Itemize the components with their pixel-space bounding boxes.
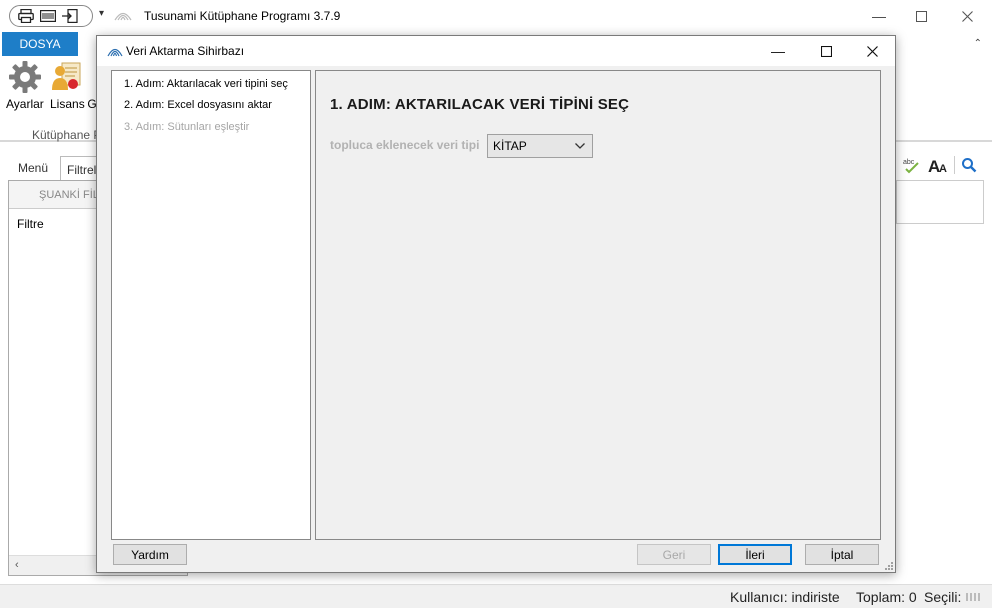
step-title: 1. ADIM: AKTARILACAK VERİ TİPİNİ SEÇ: [330, 96, 630, 113]
minimize-icon: —: [771, 43, 785, 59]
main-titlebar: ▾ Tusunami Kütüphane Programı 3.7.9 —: [0, 0, 992, 32]
cancel-button[interactable]: İptal: [805, 544, 879, 565]
dialog-minimize-button[interactable]: —: [755, 39, 801, 63]
license-icon: [52, 62, 81, 90]
wizard-content: 1. ADIM: AKTARILACAK VERİ TİPİNİ SEÇ top…: [315, 70, 881, 540]
quick-access-toolbar: [9, 5, 93, 27]
svg-text:abc: abc: [903, 159, 915, 166]
wizard-step-2[interactable]: 2. Adım: Excel dosyasını aktar: [124, 99, 272, 111]
dialog-maximize-button[interactable]: [803, 39, 849, 63]
minimize-button[interactable]: —: [856, 4, 902, 28]
data-type-label: topluca eklenecek veri tipi: [330, 138, 480, 152]
maximize-icon: [915, 10, 927, 22]
tab-menu[interactable]: Menü: [8, 156, 58, 180]
app-title: Tusunami Kütüphane Programı 3.7.9: [144, 9, 341, 23]
search-icon[interactable]: [961, 157, 977, 173]
maximize-button[interactable]: [898, 4, 944, 28]
right-toolbar: abc A A: [896, 152, 984, 178]
dialog-close-button[interactable]: [849, 39, 895, 63]
settings-label: Ayarlar: [6, 97, 44, 111]
print-icon[interactable]: [18, 9, 34, 23]
ribbon-button-g-label: G: [88, 97, 96, 111]
resize-grip-icon[interactable]: [883, 560, 893, 570]
close-icon: [866, 45, 878, 57]
wizard-step-1[interactable]: 1. Adım: Aktarılacak veri tipini seç: [124, 78, 288, 90]
help-button[interactable]: Yardım: [113, 544, 187, 565]
dialog-title: Veri Aktarma Sihirbazı: [126, 44, 245, 58]
close-icon: [961, 10, 973, 22]
scroll-left-icon[interactable]: ‹: [15, 559, 19, 571]
back-button[interactable]: Geri: [637, 544, 711, 565]
wizard-step-3: 3. Adım: Sütunları eşleştir: [124, 121, 250, 133]
gear-icon: [8, 61, 41, 93]
settings-button[interactable]: Ayarlar: [6, 60, 44, 111]
data-type-select-value: KİTAP: [493, 139, 527, 153]
dialog-logo-icon: [107, 45, 123, 57]
ribbon-button-g[interactable]: G: [88, 60, 96, 111]
dialog-titlebar[interactable]: Veri Aktarma Sihirbazı —: [97, 36, 895, 66]
qat-dropdown-icon[interactable]: ▾: [99, 8, 104, 19]
data-type-select[interactable]: KİTAP: [487, 134, 593, 158]
svg-text:A: A: [939, 163, 947, 174]
status-bar: Kullanıcı: indiriste Toplam: 0 Seçili:: [0, 584, 992, 608]
maximize-icon: [820, 45, 832, 57]
chevron-down-icon: [575, 143, 585, 149]
status-grip-icon: [966, 593, 982, 601]
import-wizard-dialog: Veri Aktarma Sihirbazı — 1. Adım: Aktarı…: [96, 35, 896, 573]
next-button[interactable]: İleri: [718, 544, 792, 565]
file-tab[interactable]: DOSYA: [2, 32, 78, 56]
toolbar-separator: [954, 156, 955, 174]
font-icon[interactable]: A A: [928, 156, 948, 174]
minimize-icon: —: [872, 8, 886, 24]
right-content-box: [896, 180, 984, 224]
filter-item[interactable]: Filtre: [17, 217, 44, 231]
license-button[interactable]: Lisans: [50, 60, 85, 111]
spellcheck-icon[interactable]: abc: [902, 156, 922, 174]
app-logo-icon: [114, 9, 132, 21]
login-icon[interactable]: [62, 9, 78, 23]
partial-icon: [88, 60, 96, 94]
status-selected: Seçili:: [924, 589, 962, 605]
status-total: Toplam: 0: [856, 589, 917, 605]
ribbon-group-label: Kütüphane P: [32, 128, 102, 142]
barcode-icon[interactable]: [40, 9, 56, 23]
wizard-steps-list: 1. Adım: Aktarılacak veri tipini seç 2. …: [111, 70, 311, 540]
close-button[interactable]: [944, 4, 990, 28]
license-label: Lisans: [50, 97, 85, 111]
ribbon-collapse-icon[interactable]: ⌃: [974, 38, 982, 49]
status-user: Kullanıcı: indiriste: [730, 589, 840, 605]
